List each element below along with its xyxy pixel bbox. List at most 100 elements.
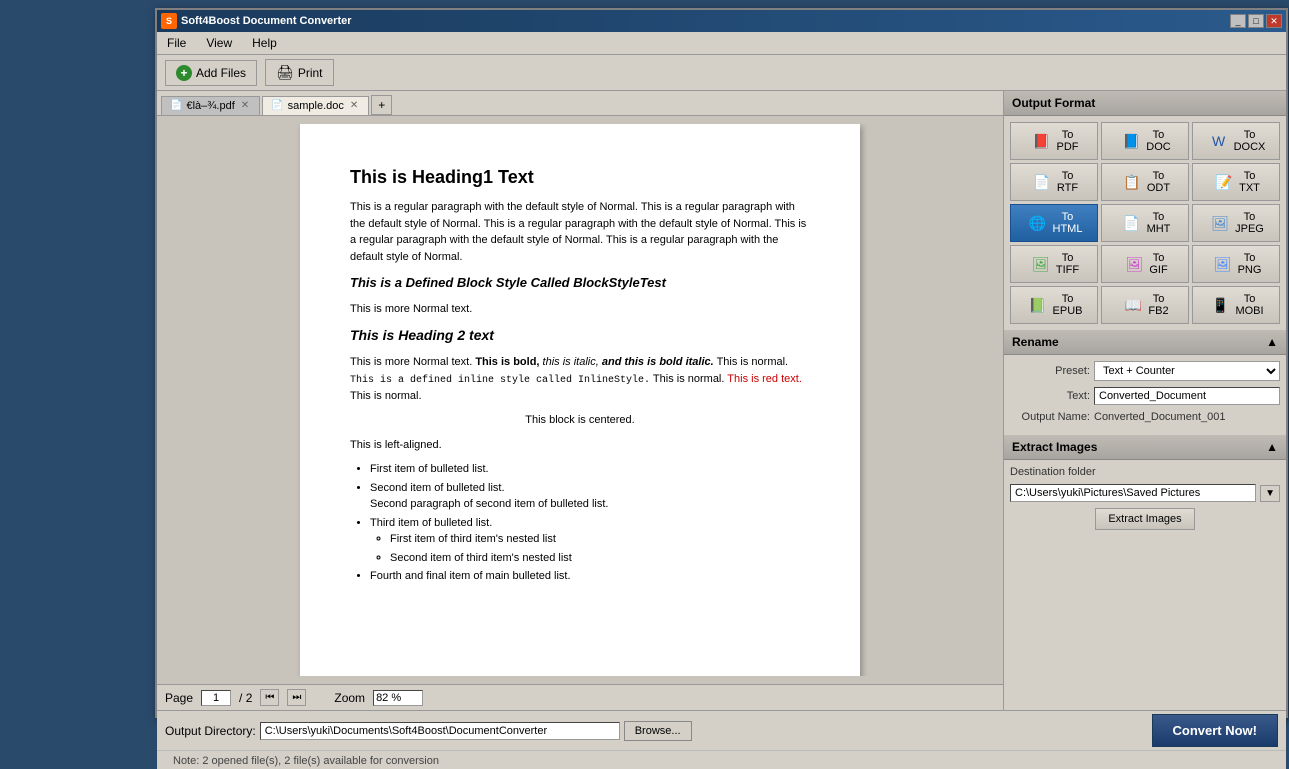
dest-folder-browse[interactable]: ▼ bbox=[1260, 485, 1280, 502]
normal-part: This is normal. bbox=[717, 356, 789, 368]
format-odt[interactable]: 📋 ToODT bbox=[1101, 163, 1189, 201]
preset-select[interactable]: Text + Counter bbox=[1094, 361, 1280, 381]
doc-scroll-area[interactable]: This is Heading1 Text This is a regular … bbox=[165, 124, 995, 676]
dest-path-row: ▼ bbox=[1010, 484, 1280, 502]
format-gif[interactable]: 🖼 ToGIF bbox=[1101, 245, 1189, 283]
format-tiff-label: ToTIFF bbox=[1056, 252, 1079, 276]
format-fb2[interactable]: 📖 ToFB2 bbox=[1101, 286, 1189, 324]
app-icon: S bbox=[161, 13, 177, 29]
main-area: 📄 €là–¾.pdf ✕ 📄 sample.doc ✕ + This is H… bbox=[157, 91, 1286, 710]
output-dir-label: Output Directory: bbox=[165, 724, 256, 738]
doc-tab-icon: 📄 bbox=[271, 100, 283, 111]
format-grid: 📕 ToPDF 📘 ToDOC W ToDOCX 📄 ToRTF 📋 bbox=[1004, 116, 1286, 330]
doc-icon: 📘 bbox=[1119, 129, 1143, 153]
html-icon: 🌐 bbox=[1026, 211, 1050, 235]
note-text: Note: 2 opened file(s), 2 file(s) availa… bbox=[173, 755, 439, 767]
extract-images-button[interactable]: Extract Images bbox=[1095, 508, 1194, 530]
format-png-label: ToPNG bbox=[1238, 252, 1262, 276]
text-label: Text: bbox=[1010, 390, 1090, 402]
dest-folder-input[interactable] bbox=[1010, 484, 1256, 502]
format-doc[interactable]: 📘 ToDOC bbox=[1101, 122, 1189, 160]
add-tab-button[interactable]: + bbox=[371, 95, 392, 115]
minimize-button[interactable]: _ bbox=[1230, 14, 1246, 28]
extract-scroll-up[interactable]: ▲ bbox=[1266, 440, 1278, 454]
format-mobi[interactable]: 📱 ToMOBI bbox=[1192, 286, 1280, 324]
status-bar: Output Directory: Browse... Convert Now! bbox=[157, 710, 1286, 750]
doc-page: This is Heading1 Text This is a regular … bbox=[300, 124, 860, 676]
format-odt-label: ToODT bbox=[1147, 170, 1170, 194]
red-part: This is red text. bbox=[727, 373, 802, 385]
format-mobi-label: ToMOBI bbox=[1235, 293, 1263, 317]
heading1: This is Heading1 Text bbox=[350, 164, 810, 191]
last-page-button[interactable]: ⏭ bbox=[287, 689, 306, 706]
format-pdf[interactable]: 📕 ToPDF bbox=[1010, 122, 1098, 160]
format-mht[interactable]: 📄 ToMHT bbox=[1101, 204, 1189, 242]
mht-icon: 📄 bbox=[1120, 211, 1144, 235]
toolbar: + Add Files 🖨 Print bbox=[157, 55, 1286, 91]
viewer-footer: Page / 2 ⏮ ⏭ Zoom bbox=[157, 684, 1003, 710]
right-panel: Output Format 📕 ToPDF 📘 ToDOC W ToDOCX bbox=[1004, 91, 1286, 710]
menu-view[interactable]: View bbox=[200, 34, 238, 52]
output-dir-input[interactable] bbox=[260, 722, 620, 740]
list-item: Third item of bulleted list. First item … bbox=[370, 515, 810, 567]
bold-part: This is bold, bbox=[475, 356, 539, 368]
rename-text-row: Text: bbox=[1010, 387, 1280, 405]
convert-now-button[interactable]: Convert Now! bbox=[1152, 714, 1279, 747]
rename-title: Rename bbox=[1012, 335, 1059, 349]
format-jpeg-label: ToJPEG bbox=[1235, 211, 1264, 235]
zoom-input[interactable] bbox=[373, 690, 423, 706]
png-icon: 🖼 bbox=[1211, 252, 1235, 276]
output-dir-area: Output Directory: Browse... bbox=[165, 721, 1152, 741]
centered-text: This block is centered. bbox=[350, 412, 810, 429]
format-jpeg[interactable]: 🖼 ToJPEG bbox=[1192, 204, 1280, 242]
block-style: This is a Defined Block Style Called Blo… bbox=[350, 273, 810, 293]
italic-part: this is italic, bbox=[543, 356, 599, 368]
format-tiff[interactable]: 🖼 ToTIFF bbox=[1010, 245, 1098, 283]
normal-part2: This is normal. bbox=[650, 373, 727, 385]
format-rtf[interactable]: 📄 ToRTF bbox=[1010, 163, 1098, 201]
rename-text-input[interactable] bbox=[1094, 387, 1280, 405]
monospace-part: This is a defined inline style called In… bbox=[350, 375, 650, 386]
pdf-icon: 📕 bbox=[1030, 129, 1054, 153]
print-label: Print bbox=[298, 66, 323, 80]
format-png[interactable]: 🖼 ToPNG bbox=[1192, 245, 1280, 283]
first-page-button[interactable]: ⏮ bbox=[260, 689, 279, 706]
output-name-value: Converted_Document_001 bbox=[1094, 411, 1225, 423]
rename-scroll-up[interactable]: ▲ bbox=[1266, 335, 1278, 349]
menu-file[interactable]: File bbox=[161, 34, 192, 52]
format-epub[interactable]: 📗 ToEPUB bbox=[1010, 286, 1098, 324]
tab-doc-close[interactable]: ✕ bbox=[348, 100, 360, 111]
mobi-icon: 📱 bbox=[1208, 293, 1232, 317]
format-fb2-label: ToFB2 bbox=[1148, 293, 1168, 317]
format-gif-label: ToGIF bbox=[1149, 252, 1167, 276]
add-files-label: Add Files bbox=[196, 66, 246, 80]
format-html-label: ToHTML bbox=[1053, 211, 1083, 235]
menu-help[interactable]: Help bbox=[246, 34, 283, 52]
print-icon: 🖨 bbox=[276, 64, 294, 81]
heading2: This is Heading 2 text bbox=[350, 325, 810, 346]
tab-doc-label: sample.doc bbox=[288, 100, 344, 112]
format-epub-label: ToEPUB bbox=[1053, 293, 1083, 317]
format-pdf-label: ToPDF bbox=[1057, 129, 1079, 153]
extract-section: Destination folder ▼ Extract Images bbox=[1004, 460, 1286, 540]
preset-label: Preset: bbox=[1010, 365, 1090, 377]
title-bar: S Soft4Boost Document Converter _ □ ✕ bbox=[157, 10, 1286, 32]
rename-preset-row: Preset: Text + Counter bbox=[1010, 361, 1280, 381]
tab-doc[interactable]: 📄 sample.doc ✕ bbox=[262, 96, 369, 115]
tab-pdf-close[interactable]: ✕ bbox=[239, 100, 251, 111]
window-title: Soft4Boost Document Converter bbox=[181, 15, 352, 27]
add-files-button[interactable]: + Add Files bbox=[165, 60, 257, 86]
tab-pdf[interactable]: 📄 €là–¾.pdf ✕ bbox=[161, 96, 260, 115]
format-docx[interactable]: W ToDOCX bbox=[1192, 122, 1280, 160]
browse-button[interactable]: Browse... bbox=[624, 721, 692, 741]
page-input[interactable] bbox=[201, 690, 231, 706]
maximize-button[interactable]: □ bbox=[1248, 14, 1264, 28]
close-button[interactable]: ✕ bbox=[1266, 14, 1282, 28]
print-button[interactable]: 🖨 Print bbox=[265, 59, 333, 86]
format-txt[interactable]: 📝 ToTXT bbox=[1192, 163, 1280, 201]
list-item: First item of bulleted list. bbox=[370, 461, 810, 478]
format-html[interactable]: 🌐 ToHTML bbox=[1010, 204, 1098, 242]
list-item: Second item of bulleted list.Second para… bbox=[370, 480, 810, 513]
title-bar-left: S Soft4Boost Document Converter bbox=[161, 13, 352, 29]
list-item: First item of third item's nested list bbox=[390, 531, 810, 548]
